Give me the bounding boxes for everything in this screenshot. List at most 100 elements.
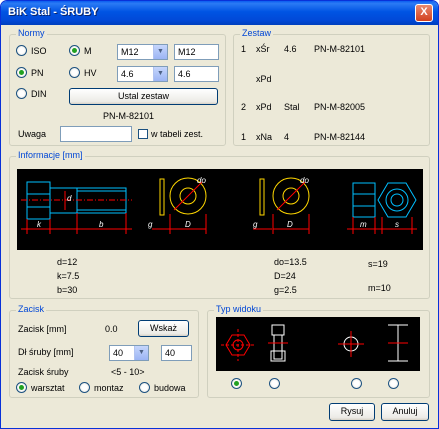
radio-budowa-label: budowa: [154, 383, 186, 393]
dl-select[interactable]: 40 ▼: [109, 345, 149, 361]
zacisk-value: 0.0: [105, 324, 118, 334]
radio-view-2[interactable]: [269, 378, 280, 389]
info-g: g=2.5: [274, 285, 297, 295]
ustal-zestaw-button[interactable]: Ustal zestaw: [69, 88, 218, 105]
anuluj-button[interactable]: Anuluj: [381, 403, 429, 421]
norm-code: PN-M-82101: [103, 111, 155, 121]
zestaw-row2-name: xPd: [256, 74, 272, 84]
dim-k-label: k: [37, 220, 42, 229]
dim-do-label-1: do: [197, 176, 206, 185]
info-do: do=13.5: [274, 257, 307, 267]
dim-b-label: b: [99, 220, 104, 229]
hv-input[interactable]: 4.6: [174, 66, 219, 82]
zestaw-row4-name: xNa: [256, 132, 273, 142]
dim-do-label-2: do: [300, 176, 309, 185]
radio-m[interactable]: [69, 45, 80, 56]
wskaz-button[interactable]: Wskaż: [138, 320, 189, 337]
chevron-down-icon: ▼: [153, 45, 167, 59]
info-d: d=12: [57, 257, 78, 267]
view-type-4-icon: [388, 324, 408, 362]
dl-select-value: 40: [113, 348, 124, 358]
radio-pn-label: PN: [31, 68, 44, 78]
dim-D-label-1: D: [185, 220, 191, 229]
zestaw-row4-num: 1: [241, 132, 247, 142]
radio-warsztat-label: warsztat: [31, 383, 65, 393]
zestaw-row1-num: 1: [241, 44, 247, 54]
info-b: b=30: [57, 285, 78, 295]
radio-iso-label: ISO: [31, 46, 47, 56]
normy-legend: Normy: [16, 28, 47, 38]
zestaw-row1-grade: 4.6: [284, 44, 297, 54]
bolt-drawing: d k b g do D g do D m s: [17, 169, 423, 250]
view-type-preview: [216, 317, 420, 371]
radio-view-4[interactable]: [388, 378, 399, 389]
radio-din[interactable]: [16, 88, 27, 99]
zacisk-label: Zacisk [mm]: [18, 324, 67, 334]
info-k: k=7.5: [57, 271, 80, 281]
radio-hv[interactable]: [69, 67, 80, 78]
radio-din-label: DIN: [31, 89, 47, 99]
nut-top: [377, 182, 417, 218]
view-types-svg: [221, 324, 408, 362]
dim-d-label: d: [67, 194, 72, 203]
zestaw-row4-code: PN-M-82144: [314, 132, 366, 142]
zacisk-legend: Zacisk: [16, 304, 47, 314]
zestaw-row4-grade: 4: [284, 132, 290, 142]
typ-widoku-legend: Typ widoku: [214, 304, 264, 314]
range-value: <5 - 10>: [111, 367, 145, 377]
table-checkbox-label: w tabeli zest.: [151, 129, 204, 139]
radio-m-label: M: [84, 46, 92, 56]
view-type-1-icon: [221, 329, 255, 361]
dl-label: Dł śruby [mm]: [18, 347, 74, 357]
uwaga-label: Uwaga: [18, 129, 47, 139]
dim-g-label-2: g: [253, 220, 258, 229]
zestaw-row3-code: PN-M-82005: [314, 102, 366, 112]
radio-warsztat[interactable]: [16, 382, 27, 393]
dl-input[interactable]: 40: [161, 345, 192, 361]
view-type-3-icon: [338, 331, 364, 357]
window-title: BiK Stal - ŚRUBY: [8, 6, 99, 18]
radio-montaz-label: montaz: [94, 383, 124, 393]
zestaw-row3-num: 2: [241, 102, 247, 112]
bolt-diagram-svg: d k b g do D g do D m s: [21, 176, 417, 234]
zestaw-row1-code: PN-M-82101: [314, 44, 366, 54]
range-label: Zacisk śruby: [18, 367, 69, 377]
m-select-value: M12: [121, 47, 139, 57]
washer-side-1: [159, 178, 165, 216]
radio-view-3[interactable]: [351, 378, 362, 389]
view-type-2-icon: [268, 324, 288, 362]
m-input[interactable]: M12: [174, 44, 219, 60]
zestaw-row3-grade: Stal: [284, 102, 300, 112]
zestaw-row3-name: xPd: [256, 102, 272, 112]
zestaw-row1-name: xŚr: [256, 44, 270, 54]
chevron-down-icon: ▼: [153, 67, 167, 81]
radio-pn[interactable]: [16, 67, 27, 78]
table-checkbox[interactable]: [138, 129, 148, 139]
radio-budowa[interactable]: [139, 382, 150, 393]
rysuj-button[interactable]: Rysuj: [329, 403, 375, 421]
title-bar[interactable]: BiK Stal - ŚRUBY X: [1, 1, 438, 25]
hv-select-value: 4.6: [121, 69, 134, 79]
dim-g-label-1: g: [148, 220, 153, 229]
radio-montaz[interactable]: [79, 382, 90, 393]
informacje-legend: Informacje [mm]: [16, 150, 85, 160]
dim-m-label: m: [360, 220, 367, 229]
uwaga-input[interactable]: [60, 126, 132, 142]
info-D: D=24: [274, 271, 296, 281]
chevron-down-icon: ▼: [134, 346, 148, 360]
washer-side-2: [259, 178, 265, 216]
dim-D-label-2: D: [287, 220, 293, 229]
close-button[interactable]: X: [415, 4, 433, 22]
dim-do-line-2: [276, 181, 306, 211]
zestaw-legend: Zestaw: [240, 28, 274, 38]
dim-m-s: [347, 217, 417, 234]
nut-side: [352, 182, 376, 218]
radio-iso[interactable]: [16, 45, 27, 56]
radio-hv-label: HV: [84, 68, 97, 78]
m-select[interactable]: M12 ▼: [117, 44, 168, 60]
dim-do-line-1: [173, 181, 203, 211]
dialog-window: BiK Stal - ŚRUBY X Normy ISO PN DIN M HV…: [0, 0, 439, 429]
hv-select[interactable]: 4.6 ▼: [117, 66, 168, 82]
radio-view-1[interactable]: [231, 378, 242, 389]
info-s: s=19: [368, 259, 388, 269]
